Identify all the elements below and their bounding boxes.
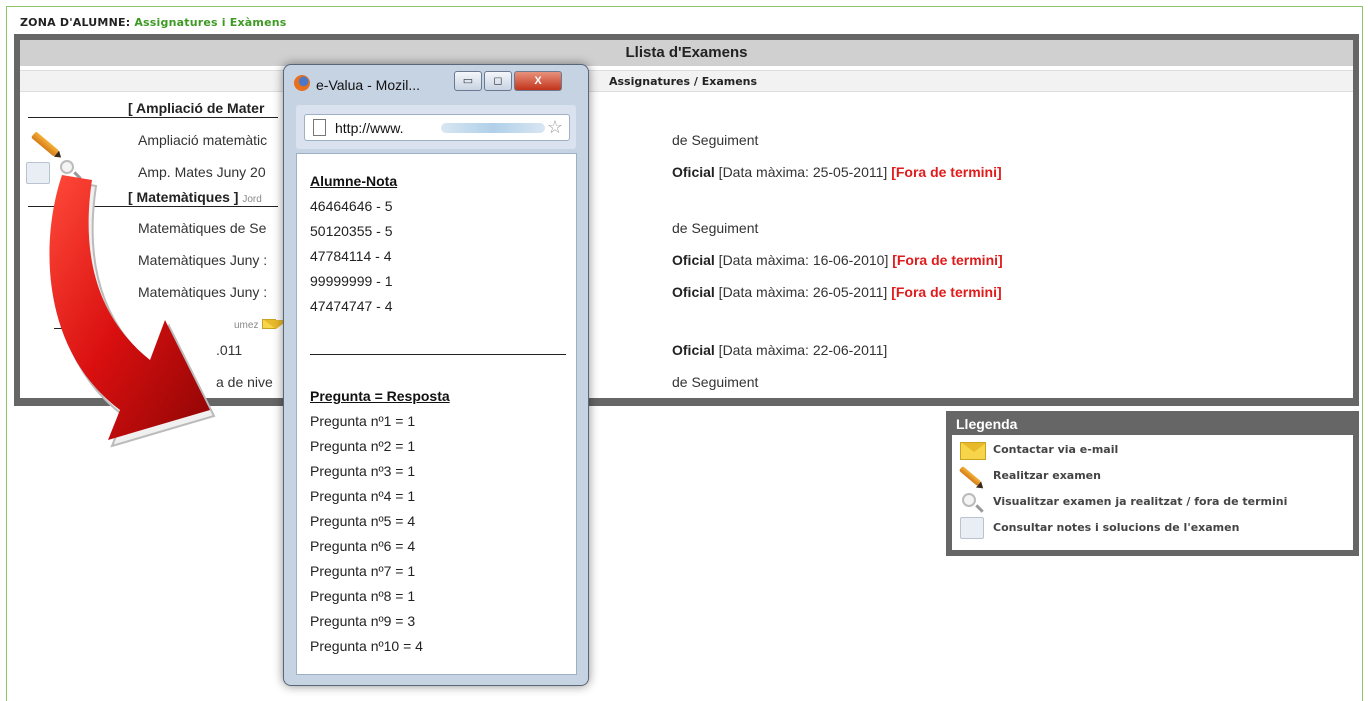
answer-line: Pregunta nº10 = 4 <box>310 638 423 654</box>
minimize-button[interactable]: ▭ <box>454 71 482 91</box>
legend-title: Llegenda <box>956 416 1018 432</box>
mail-icon <box>960 442 986 460</box>
answers-heading: Pregunta = Resposta <box>310 388 450 404</box>
legend-item: Realitzar examen <box>958 465 1348 487</box>
grade-line: 47474747 - 4 <box>310 298 393 314</box>
answer-line: Pregunta nº3 = 1 <box>310 463 416 479</box>
magnifier-icon <box>962 493 976 507</box>
exam-type-text: de Seguiment <box>672 220 759 236</box>
url-text: http://www. <box>335 120 404 136</box>
legend-item: Visualitzar examen ja realitzat / fora d… <box>958 491 1348 513</box>
grade-line: 99999999 - 1 <box>310 273 393 289</box>
exam-type-text: [Data màxima: 26-05-2011] <box>714 284 888 300</box>
grade-line: 47784114 - 4 <box>310 248 392 264</box>
column-header-label: Assignatures / Examens <box>609 75 758 88</box>
page-icon <box>313 119 326 136</box>
late-badge: [Fora de termini] <box>891 284 1002 300</box>
close-button[interactable]: X <box>514 71 562 91</box>
exam-type-text: [Data màxima: 16-06-2010] <box>714 252 889 268</box>
exam-type: Oficial [Data màxima: 22-06-2011] <box>672 342 887 358</box>
answer-line: Pregunta nº4 = 1 <box>310 488 416 504</box>
exam-type-bold: Oficial <box>672 284 715 300</box>
firefox-icon <box>294 75 310 91</box>
late-badge: [Fora de termini] <box>892 252 1003 268</box>
legend-item: Contactar via e-mail <box>958 439 1348 461</box>
exam-type-bold: Oficial <box>672 252 715 268</box>
blurred-url-part <box>441 123 545 133</box>
zone-breadcrumb: ZONA D'ALUMNE: Assignatures i Exàmens <box>20 16 287 29</box>
panel-title: Llista d'Examens <box>20 40 1353 66</box>
answer-line: Pregunta nº6 = 4 <box>310 538 416 554</box>
grades-heading: Alumne-Nota <box>310 173 398 189</box>
pencil-icon <box>958 465 982 487</box>
legend-item: Consultar notes i solucions de l'examen <box>958 517 1348 539</box>
subject-divider <box>28 117 278 118</box>
answer-line: Pregunta nº1 = 1 <box>310 413 416 429</box>
legend-label: Visualitzar examen ja realitzat / fora d… <box>993 495 1288 508</box>
legend-panel: Llegenda Contactar via e-mail Realitzar … <box>946 411 1359 556</box>
popup-title: e-Valua - Mozil... <box>316 77 420 93</box>
late-badge: [Fora de termini] <box>891 164 1002 180</box>
subject-name: [ Ampliació de Mater <box>128 100 265 116</box>
exam-type: Oficial [Data màxima: 25-05-2011] [Fora … <box>672 164 1002 180</box>
exam-type-bold: Oficial <box>672 342 715 358</box>
column-header: Assignatures / Examens <box>20 70 1353 92</box>
url-field[interactable]: http://www. ☆ <box>304 114 570 141</box>
answer-line: Pregunta nº8 = 1 <box>310 588 416 604</box>
grade-line: 46464646 - 5 <box>310 198 393 214</box>
answer-line: Pregunta nº7 = 1 <box>310 563 416 579</box>
exam-type-text: de Seguiment <box>672 132 759 148</box>
popup-window[interactable]: e-Valua - Mozil... ▭ ◻ X http://www. ☆ A… <box>283 64 589 686</box>
exam-type: Oficial [Data màxima: 16-06-2010] [Fora … <box>672 252 1003 268</box>
exam-type: de Seguiment <box>672 374 758 390</box>
exam-type-bold: Oficial <box>672 164 715 180</box>
exam-type-text: [Data màxima: 25-05-2011] <box>714 164 888 180</box>
maximize-button[interactable]: ◻ <box>484 71 512 91</box>
address-bar-area: http://www. ☆ <box>296 105 576 149</box>
popup-titlebar[interactable]: e-Valua - Mozil... ▭ ◻ X <box>292 71 582 93</box>
exam-type: Oficial [Data màxima: 26-05-2011] [Fora … <box>672 284 1002 300</box>
zone-section[interactable]: Assignatures i Exàmens <box>134 16 286 29</box>
answer-line: Pregunta nº5 = 4 <box>310 513 416 529</box>
popup-content: Alumne-Nota 46464646 - 5 50120355 - 5 47… <box>296 153 577 675</box>
answer-line: Pregunta nº9 = 3 <box>310 613 416 629</box>
red-arrow-annotation <box>49 175 216 448</box>
exam-type-text: [Data màxima: 22-06-2011] <box>714 342 888 358</box>
legend-label: Consultar notes i solucions de l'examen <box>993 521 1240 534</box>
separator-rule <box>310 354 566 355</box>
grade-line: 50120355 - 5 <box>310 223 393 239</box>
legend-label: Realitzar examen <box>993 469 1101 482</box>
bookmark-star-icon[interactable]: ☆ <box>547 117 563 138</box>
exam-type: de Seguiment <box>672 220 758 236</box>
legend-body: Contactar via e-mail Realitzar examen Vi… <box>952 435 1353 550</box>
document-icon <box>960 517 984 539</box>
zone-label: ZONA D'ALUMNE: <box>20 16 131 29</box>
exam-type-text: de Seguiment <box>672 374 759 390</box>
answer-line: Pregunta nº2 = 1 <box>310 438 416 454</box>
legend-label: Contactar via e-mail <box>993 443 1119 456</box>
exam-type: de Seguiment <box>672 132 758 148</box>
subject-heading: [ Ampliació de Mater <box>128 100 264 116</box>
